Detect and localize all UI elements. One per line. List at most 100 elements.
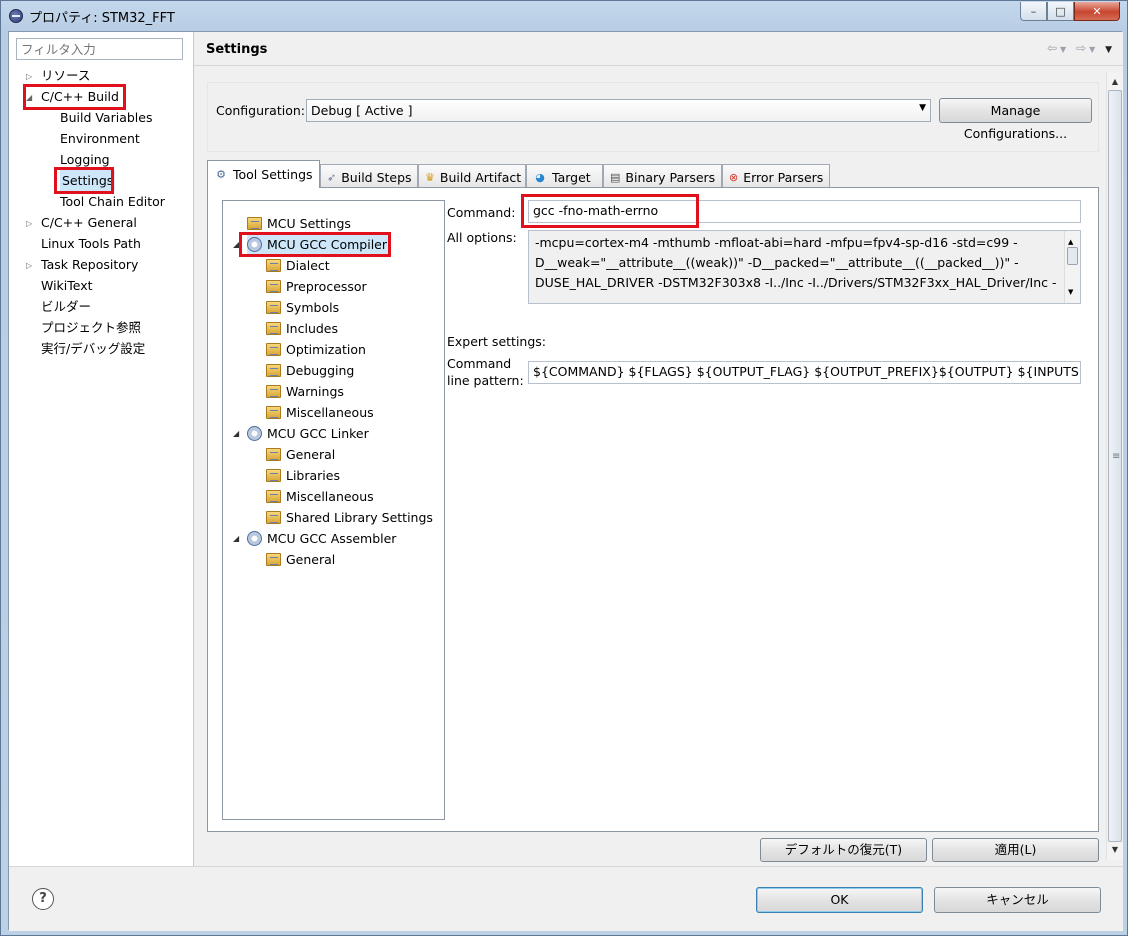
expand-arrow-icon[interactable]: ▷ (26, 219, 32, 228)
tab-tool-settings[interactable]: ⚙ Tool Settings (207, 160, 320, 188)
back-arrow-icon[interactable]: ⇦ (1047, 41, 1060, 55)
tab-build-artifact[interactable]: ♛ Build Artifact (418, 164, 526, 187)
nav-item-cpp-general[interactable]: C/C++ General (41, 212, 137, 233)
all-options-label: All options: (447, 230, 517, 245)
scroll-up-icon[interactable]: ▲ (1107, 74, 1123, 90)
option-category-icon (266, 364, 281, 377)
tree-item-label: MCU GCC Linker (267, 426, 369, 441)
apply-button[interactable]: 適用(L) (932, 838, 1099, 862)
forward-arrow-icon[interactable]: ⇨ (1076, 41, 1089, 55)
minimize-button[interactable]: – (1020, 2, 1047, 21)
tree-item-label: Shared Library Settings (286, 510, 433, 525)
tree-item-optimization[interactable]: Optimization (266, 339, 366, 360)
back-dropdown-icon[interactable]: ▼ (1060, 45, 1069, 54)
tree-item-label: General (286, 447, 336, 462)
nav-item-resource[interactable]: リソース (41, 65, 90, 86)
nav-item-environment[interactable]: Environment (60, 128, 140, 149)
tree-item-linker-miscellaneous[interactable]: Miscellaneous (266, 486, 374, 507)
expand-arrow-icon[interactable]: ▷ (26, 72, 32, 81)
tree-item-linker-general[interactable]: General (266, 444, 335, 465)
option-category-icon (266, 322, 281, 335)
highlight-box-compiler (239, 232, 391, 257)
forward-dropdown-icon[interactable]: ▼ (1089, 45, 1098, 54)
collapse-arrow-icon[interactable]: ◢ (233, 534, 239, 543)
scroll-thumb[interactable] (1108, 90, 1122, 842)
page-scrollbar[interactable]: ▲ ▼ (1106, 72, 1123, 860)
nav-item-build-variables[interactable]: Build Variables (60, 107, 152, 128)
option-category-icon (266, 259, 281, 272)
scroll-down-icon[interactable]: ▼ (1107, 842, 1123, 858)
tree-item-dialect[interactable]: Dialect (266, 255, 330, 276)
tab-binary-parsers[interactable]: ▤ Binary Parsers (603, 164, 722, 187)
restore-defaults-button[interactable]: デフォルトの復元(T) (760, 838, 927, 862)
help-icon[interactable]: ? (32, 888, 54, 910)
nav-item-run-debug-settings[interactable]: 実行/デバッグ設定 (41, 338, 145, 359)
nav-item-builders[interactable]: ビルダー (41, 296, 91, 317)
error-parsers-icon: ⊗ (729, 170, 739, 184)
command-line-pattern-label-1: Command (447, 356, 512, 371)
command-label: Command: (447, 205, 516, 220)
option-category-icon (266, 553, 281, 566)
tree-item-libraries[interactable]: Libraries (266, 465, 340, 486)
collapse-arrow-icon[interactable]: ◢ (233, 429, 239, 438)
tree-item-shared-library-settings[interactable]: Shared Library Settings (266, 507, 433, 528)
option-category-icon (266, 301, 281, 314)
eclipse-icon (9, 9, 23, 23)
dialog-content: ▷ リソース ◢ C/C++ Build Build Variables Env… (8, 31, 1123, 931)
configuration-label: Configuration: (216, 103, 305, 118)
maximize-button[interactable]: □ (1047, 2, 1074, 21)
tab-build-steps[interactable]: ➶ Build Steps (320, 164, 418, 187)
nav-item-linux-tools-path[interactable]: Linux Tools Path (41, 233, 141, 254)
tree-item-warnings[interactable]: Warnings (266, 381, 344, 402)
all-options-line: D__weak="__attribute__((weak))" -D__pack… (535, 255, 1019, 270)
build-artifact-icon: ♛ (425, 170, 435, 184)
target-icon: ◕ (535, 170, 545, 184)
option-category-icon (247, 217, 262, 230)
configuration-panel: Configuration: Debug [ Active ] ▼ Manage… (207, 82, 1099, 152)
tab-error-parsers[interactable]: ⊗ Error Parsers (722, 164, 830, 187)
tree-item-label: Dialect (286, 258, 330, 273)
tree-item-label: Symbols (286, 300, 340, 315)
close-button[interactable]: ✕ (1074, 2, 1120, 21)
title-bar[interactable]: プロパティ: STM32_FFT – □ ✕ (1, 1, 1127, 31)
highlight-box-command (521, 194, 699, 228)
option-category-icon (266, 406, 281, 419)
filter-input[interactable] (16, 38, 183, 60)
tree-item-miscellaneous[interactable]: Miscellaneous (266, 402, 374, 423)
tree-item-symbols[interactable]: Symbols (266, 297, 339, 318)
dialog-button-bar: ? OK キャンセル (9, 866, 1123, 931)
properties-window: プロパティ: STM32_FFT – □ ✕ ▷ リソース ◢ C/C++ Bu… (0, 0, 1128, 936)
scroll-down-icon[interactable]: ▼ (1068, 282, 1073, 302)
nav-item-project-references[interactable]: プロジェクト参照 (41, 317, 141, 338)
command-line-pattern-input[interactable]: ${COMMAND} ${FLAGS} ${OUTPUT_FLAG} ${OUT… (528, 361, 1081, 384)
nav-item-task-repository[interactable]: Task Repository (41, 254, 138, 275)
tree-item-preprocessor[interactable]: Preprocessor (266, 276, 367, 297)
option-category-icon (266, 385, 281, 398)
tree-item-mcu-gcc-assembler[interactable]: MCU GCC Assembler (247, 528, 396, 549)
all-options-scrollbar[interactable]: ▲ ▼ (1064, 231, 1080, 303)
tree-item-mcu-settings[interactable]: MCU Settings (247, 213, 351, 234)
tree-item-label: MCU GCC Assembler (267, 531, 397, 546)
option-category-icon (266, 469, 281, 482)
tree-item-label: General (286, 552, 336, 567)
view-menu-icon[interactable]: ▼ (1105, 45, 1115, 55)
tab-target[interactable]: ◕ Target (526, 164, 603, 187)
tree-item-mcu-gcc-linker[interactable]: MCU GCC Linker (247, 423, 369, 444)
all-options-text[interactable]: -mcpu=cortex-m4 -mthumb -mfloat-abi=hard… (528, 230, 1081, 304)
expand-arrow-icon[interactable]: ▷ (26, 261, 32, 270)
tab-label: Build Steps (341, 170, 412, 185)
scroll-thumb[interactable] (1067, 247, 1078, 265)
option-category-icon (266, 280, 281, 293)
configuration-select[interactable]: Debug [ Active ] ▼ (306, 99, 931, 122)
tree-item-label: Includes (286, 321, 339, 336)
property-page-nav: ▷ リソース ◢ C/C++ Build Build Variables Env… (9, 32, 194, 866)
nav-item-wikitext[interactable]: WikiText (41, 275, 93, 296)
ok-button[interactable]: OK (756, 887, 923, 913)
manage-configurations-button[interactable]: Manage Configurations... (939, 98, 1092, 141)
cancel-button[interactable]: キャンセル (934, 887, 1101, 913)
nav-item-tool-chain-editor[interactable]: Tool Chain Editor (60, 191, 165, 212)
tree-item-debugging[interactable]: Debugging (266, 360, 354, 381)
tree-item-includes[interactable]: Includes (266, 318, 338, 339)
configuration-value: Debug [ Active ] (311, 103, 413, 118)
tree-item-assembler-general[interactable]: General (266, 549, 335, 570)
